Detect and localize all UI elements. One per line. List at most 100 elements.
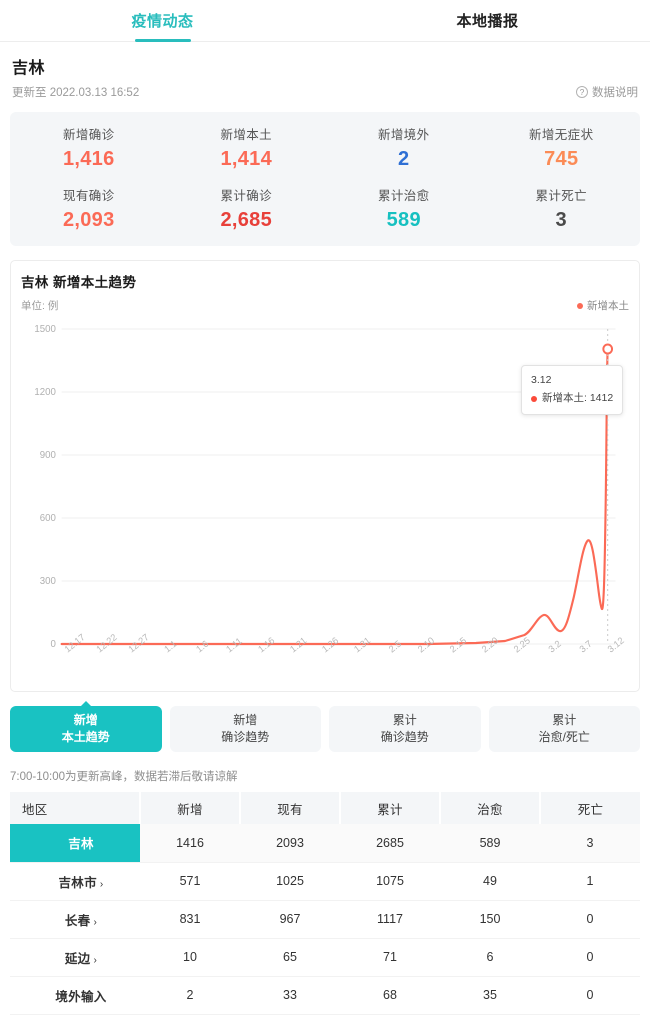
table-row-new: 831 — [140, 900, 240, 939]
trend-tab-total-confirmed-line2: 确诊趋势 — [380, 730, 429, 744]
stat-new-imported-value: 2 — [398, 148, 410, 170]
tab-local-report[interactable]: 本地播报 — [325, 0, 650, 41]
trend-tab-new-confirmed[interactable]: 新增 确诊趋势 — [169, 706, 321, 752]
table-header-new[interactable]: 新增 — [140, 792, 241, 824]
table-body: 吉林 1416 2093 2685 589 3 吉林市 › 571 1025 10… — [10, 824, 640, 1015]
trend-tab-group: 新增 本土趋势 新增 确诊趋势 累计 确诊趋势 累计 治愈/死亡 — [10, 706, 640, 752]
table-row-deaths: 0 — [540, 976, 640, 1015]
table-row[interactable]: 境外输入 2 33 68 35 0 — [10, 976, 640, 1015]
table-row-region[interactable]: 吉林 — [10, 824, 140, 863]
stat-new-asymptomatic-label: 新增无症状 — [528, 128, 594, 142]
chevron-right-icon: › — [93, 954, 98, 966]
table-header-total[interactable]: 累计 — [340, 792, 441, 824]
table-row-deaths: 3 — [540, 824, 640, 863]
active-tab-underline — [134, 39, 191, 42]
svg-text:1.21: 1.21 — [288, 635, 308, 654]
trend-tab-new-local-line2: 本土趋势 — [61, 730, 110, 744]
svg-text:3.7: 3.7 — [578, 638, 594, 654]
table-row[interactable]: 延边 › 10 65 71 6 0 — [10, 938, 640, 977]
chart-tooltip-value: 新增本土: 1412 — [542, 391, 614, 404]
svg-text:1500: 1500 — [34, 324, 56, 335]
chart-y-tick-labels: 1500 1200 900 600 300 0 — [34, 324, 56, 650]
svg-text:1.1: 1.1 — [162, 638, 178, 654]
svg-text:1.6: 1.6 — [194, 638, 210, 654]
table-row-total: 71 — [340, 938, 440, 977]
svg-text:1.31: 1.31 — [352, 635, 372, 654]
table-row-region[interactable]: 吉林市 › — [10, 862, 140, 901]
trend-tab-cured-deaths[interactable]: 累计 治愈/死亡 — [488, 706, 640, 752]
table-row-region[interactable]: 长春 › — [10, 900, 140, 939]
table-row[interactable]: 吉林 1416 2093 2685 589 3 — [10, 824, 640, 863]
table-header-current[interactable]: 现有 — [240, 792, 341, 824]
table-header: 地区 新增 现有 累计 治愈 死亡 — [10, 792, 640, 824]
stat-total-deaths-value: 3 — [555, 209, 567, 231]
table-row-current: 33 — [240, 976, 340, 1015]
trend-tab-total-confirmed-line1: 累计 — [392, 712, 417, 727]
table-row-deaths: 1 — [540, 862, 640, 901]
trend-tab-total-confirmed[interactable]: 累计 确诊趋势 — [329, 706, 481, 752]
chart-legend-label: 新增本土 — [587, 300, 629, 312]
chart-tooltip: 3.12 新增本土: 1412 — [521, 365, 624, 415]
stat-new-local: 新增本土 1,414 — [168, 124, 326, 171]
table-row-deaths: 0 — [540, 900, 640, 939]
trend-chart-card: 吉林 新增本土趋势 单位: 例 新增本土 1500 1200 900 600 3… — [10, 260, 640, 692]
data-note-button[interactable]: ? 数据说明 — [576, 84, 638, 100]
stat-new-local-value: 1,414 — [220, 148, 273, 170]
stats-row-cumulative: 现有确诊 2,093 累计确诊 2,685 累计治愈 589 累计死亡 3 — [10, 185, 640, 232]
stat-new-confirmed-value: 1,416 — [62, 148, 115, 170]
table-row-new: 571 — [140, 862, 240, 901]
table-row-current: 65 — [240, 938, 340, 977]
stat-new-asymptomatic: 新增无症状 745 — [483, 124, 641, 171]
tab-epidemic-dynamics[interactable]: 疫情动态 — [0, 0, 325, 42]
svg-text:2.15: 2.15 — [448, 635, 468, 654]
table-row-current: 967 — [240, 900, 340, 939]
svg-text:600: 600 — [40, 513, 57, 524]
trend-tab-new-local[interactable]: 新增 本土趋势 — [10, 706, 162, 752]
table-header-region[interactable]: 地区 — [10, 792, 141, 824]
stat-new-confirmed: 新增确诊 1,416 — [10, 124, 168, 171]
chart-hover-point-marker — [602, 343, 614, 355]
chart-plot-area[interactable]: 1500 1200 900 600 300 0 12.17 12.22 12.2… — [21, 317, 629, 687]
svg-text:2.10: 2.10 — [416, 635, 436, 654]
svg-text:1.26: 1.26 — [320, 635, 340, 654]
stat-new-imported: 新增境外 2 — [325, 124, 483, 171]
last-updated-text: 更新至 2022.03.13 16:52 — [12, 87, 140, 99]
question-circle-icon: ? — [576, 86, 588, 98]
table-row-new: 10 — [140, 938, 240, 977]
table-row[interactable]: 长春 › 831 967 1117 150 0 — [10, 900, 640, 939]
stat-total-confirmed-label: 累计确诊 — [220, 189, 273, 203]
region-subheader: 更新至 2022.03.13 16:52 ? 数据说明 — [12, 84, 638, 100]
stat-new-local-label: 新增本土 — [220, 128, 273, 142]
trend-tab-new-confirmed-line1: 新增 — [233, 712, 258, 727]
table-row-total: 1117 — [340, 900, 440, 939]
table-row-region[interactable]: 境外输入 — [10, 976, 140, 1015]
stat-new-imported-label: 新增境外 — [377, 128, 430, 142]
chart-meta: 单位: 例 新增本土 — [21, 298, 629, 313]
region-data-table: 地区 新增 现有 累计 治愈 死亡 吉林 1416 2093 2685 589 … — [10, 792, 640, 1015]
table-row-new: 1416 — [140, 824, 240, 863]
table-header-deaths[interactable]: 死亡 — [540, 792, 640, 824]
top-tab-bar: 疫情动态 本地播报 — [0, 0, 650, 42]
data-note-label: 数据说明 — [592, 87, 638, 99]
svg-text:1.16: 1.16 — [256, 635, 276, 654]
trend-tab-new-confirmed-line2: 确诊趋势 — [221, 730, 270, 744]
table-row-region-label: 延边 — [64, 951, 91, 966]
svg-text:2.5: 2.5 — [387, 638, 403, 654]
svg-text:900: 900 — [40, 450, 57, 461]
stat-new-confirmed-label: 新增确诊 — [62, 128, 115, 142]
table-row-cured: 589 — [440, 824, 540, 863]
chart-legend[interactable]: 新增本土 — [577, 298, 629, 313]
table-row-current: 2093 — [240, 824, 340, 863]
stats-row-new: 新增确诊 1,416 新增本土 1,414 新增境外 2 新增无症状 745 — [10, 124, 640, 171]
legend-dot-icon — [577, 302, 583, 309]
svg-text:3.12: 3.12 — [606, 635, 626, 654]
table-row-total: 1075 — [340, 862, 440, 901]
table-row-total: 2685 — [340, 824, 440, 863]
chart-unit-label: 单位: 例 — [21, 300, 59, 312]
table-header-cured[interactable]: 治愈 — [440, 792, 541, 824]
table-row-cured: 150 — [440, 900, 540, 939]
table-header-row: 地区 新增 现有 累计 治愈 死亡 — [10, 792, 640, 824]
table-row-region[interactable]: 延边 › — [10, 938, 140, 977]
table-row[interactable]: 吉林市 › 571 1025 1075 49 1 — [10, 862, 640, 901]
stat-total-deaths-label: 累计死亡 — [535, 189, 588, 203]
